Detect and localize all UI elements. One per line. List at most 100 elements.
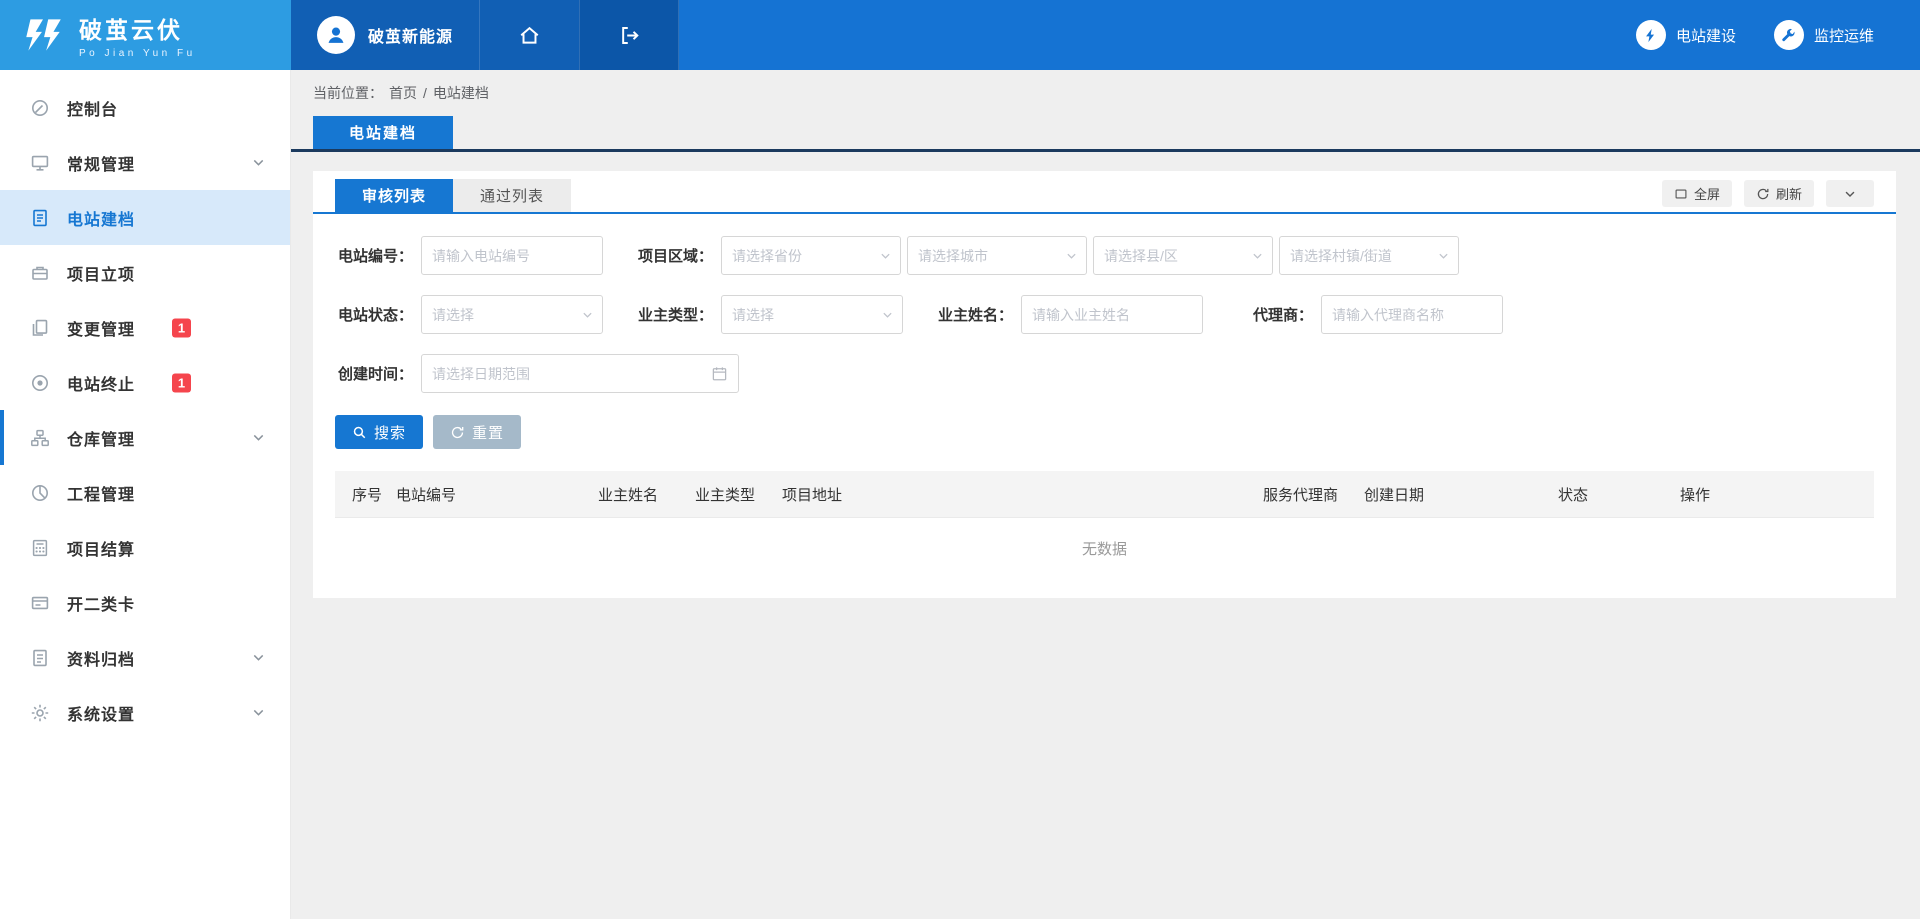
sidebar-item-label: 项目立项 [67, 261, 135, 285]
sidebar-item-console[interactable]: 控制台 [0, 80, 290, 135]
sidebar-item-general-management[interactable]: 常规管理 [0, 135, 290, 190]
sidebar-item-label: 仓库管理 [67, 426, 135, 450]
refresh-icon [1756, 187, 1770, 201]
breadcrumb-current: 电站建档 [433, 83, 489, 103]
sidebar-item-label: 项目结算 [67, 536, 135, 560]
owner-type-label: 业主类型： [635, 304, 713, 325]
nav-label: 电站建设 [1676, 25, 1736, 46]
sidebar-item-label: 常规管理 [67, 151, 135, 175]
nav-station-construction[interactable]: 电站建设 [1636, 20, 1736, 50]
sidebar-nav: 控制台常规管理电站建档项目立项变更管理1电站终止1仓库管理工程管理项目结算开二类… [0, 80, 290, 740]
chevron-down-icon [879, 249, 892, 262]
refresh-button[interactable]: 刷新 [1744, 180, 1814, 207]
empty-state: 无数据 [335, 518, 1874, 578]
wrench-icon [1774, 20, 1804, 50]
chevron-down-icon [251, 155, 266, 170]
sidebar-item-change-management[interactable]: 变更管理 1 [0, 300, 290, 355]
owner-type-select[interactable]: 请选择 [721, 295, 903, 334]
sidebar-item-label: 控制台 [67, 96, 118, 120]
header-nav: 电站建设 监控运维 [1636, 0, 1920, 70]
date-range-field[interactable]: 请选择日期范围 [421, 354, 739, 393]
project-icon [30, 263, 50, 283]
table-column-3: 业主类型 [695, 484, 782, 505]
sidebar-item-station-termination[interactable]: 电站终止1 [0, 355, 290, 410]
chevron-down-icon [1251, 249, 1264, 262]
content-card: 审核列表通过列表 全屏 刷新 电站编号 [313, 171, 1896, 598]
select-placeholder: 请选择村镇/街道 [1290, 246, 1392, 266]
gear-icon [30, 703, 50, 723]
table-column-4: 项目地址 [782, 484, 1263, 505]
sidebar-item-system-settings[interactable]: 系统设置 [0, 685, 290, 740]
station-no-input[interactable] [421, 236, 603, 275]
select-placeholder: 请选择 [732, 305, 774, 325]
search-button[interactable]: 搜索 [335, 415, 423, 449]
tab-passed-list[interactable]: 通过列表 [453, 179, 571, 212]
refresh-icon [450, 425, 465, 440]
select-placeholder: 请选择城市 [918, 246, 988, 266]
table-column-2: 业主姓名 [598, 484, 695, 505]
region-select-3[interactable]: 请选择村镇/街道 [1279, 236, 1459, 275]
page-tabbar: 电站建档 [291, 116, 1920, 152]
table-column-1: 电站编号 [396, 484, 598, 505]
sitemap-icon [30, 428, 50, 448]
company-name: 破茧新能源 [368, 23, 453, 47]
fullscreen-button[interactable]: 全屏 [1662, 180, 1732, 207]
select-placeholder: 请选择 [432, 305, 474, 325]
breadcrumb-home[interactable]: 首页 [389, 83, 417, 103]
reset-button[interactable]: 重置 [433, 415, 521, 449]
home-button[interactable] [479, 0, 579, 70]
file-icon [30, 648, 50, 668]
card-icon [30, 593, 50, 613]
collapse-filters-button[interactable] [1826, 180, 1874, 207]
logout-button[interactable] [579, 0, 679, 70]
filter-row-2: 电站状态： 请选择 业主类型： 请选择 业主姓名： 代理商： [335, 295, 1874, 334]
chevron-down-icon [1437, 249, 1450, 262]
card-head: 审核列表通过列表 全屏 刷新 [313, 171, 1896, 214]
sidebar-item-open-class2-card[interactable]: 开二类卡 [0, 575, 290, 630]
filter-actions: 搜索 重置 [313, 413, 1896, 449]
main-content: 当前位置： 首页 / 电站建档 电站建档 审核列表通过列表 全屏 刷新 [291, 70, 1920, 919]
monitor-icon [30, 153, 50, 173]
region-select-0[interactable]: 请选择省份 [721, 236, 901, 275]
fullscreen-label: 全屏 [1694, 184, 1720, 203]
search-label: 搜索 [374, 422, 406, 443]
logout-icon [618, 24, 641, 47]
sidebar-item-project-approval[interactable]: 项目立项 [0, 245, 290, 300]
sidebar-item-label: 资料归档 [67, 646, 135, 670]
notification-badge: 1 [172, 373, 191, 392]
select-placeholder: 请选择县/区 [1104, 246, 1178, 266]
list-tabs: 审核列表通过列表 [335, 179, 571, 212]
nav-monitoring-ops[interactable]: 监控运维 [1774, 20, 1874, 50]
region-select-2[interactable]: 请选择县/区 [1093, 236, 1273, 275]
notification-badge: 1 [172, 318, 191, 337]
owner-name-input[interactable] [1021, 295, 1203, 334]
user-menu[interactable]: 破茧新能源 [291, 0, 479, 70]
calendar-icon [711, 365, 728, 382]
home-icon [518, 24, 541, 47]
sidebar-item-warehouse-management[interactable]: 仓库管理 [0, 410, 290, 465]
tab-review-list[interactable]: 审核列表 [335, 179, 453, 212]
sidebar-item-engineering-management[interactable]: 工程管理 [0, 465, 290, 520]
refresh-label: 刷新 [1776, 184, 1802, 203]
page-tab-station-archive[interactable]: 电站建档 [313, 116, 453, 149]
chevron-down-icon [881, 308, 894, 321]
breadcrumb: 当前位置： 首页 / 电站建档 [291, 70, 1920, 116]
search-icon [352, 425, 367, 440]
chevron-down-icon [251, 650, 266, 665]
sidebar-item-label: 变更管理 [67, 316, 135, 340]
owner-name-label: 业主姓名： [935, 304, 1013, 325]
region-select-1[interactable]: 请选择城市 [907, 236, 1087, 275]
station-status-select[interactable]: 请选择 [421, 295, 603, 334]
sidebar-item-project-settlement[interactable]: 项目结算 [0, 520, 290, 575]
fullscreen-icon [1674, 187, 1688, 201]
table-column-8: 操作 [1680, 484, 1874, 505]
files-icon [30, 318, 50, 338]
app-logo: 破茧云伏 Po Jian Yun Fu [0, 0, 291, 70]
agent-input[interactable] [1321, 295, 1503, 334]
sidebar-item-label: 电站建档 [67, 206, 135, 230]
sidebar-item-station-archive[interactable]: 电站建档 [0, 190, 290, 245]
sidebar-item-data-archive[interactable]: 资料归档 [0, 630, 290, 685]
breadcrumb-prefix: 当前位置： [313, 83, 383, 103]
filter-row-3: 创建时间： 请选择日期范围 [335, 354, 1874, 393]
sidebar-item-label: 开二类卡 [67, 591, 135, 615]
